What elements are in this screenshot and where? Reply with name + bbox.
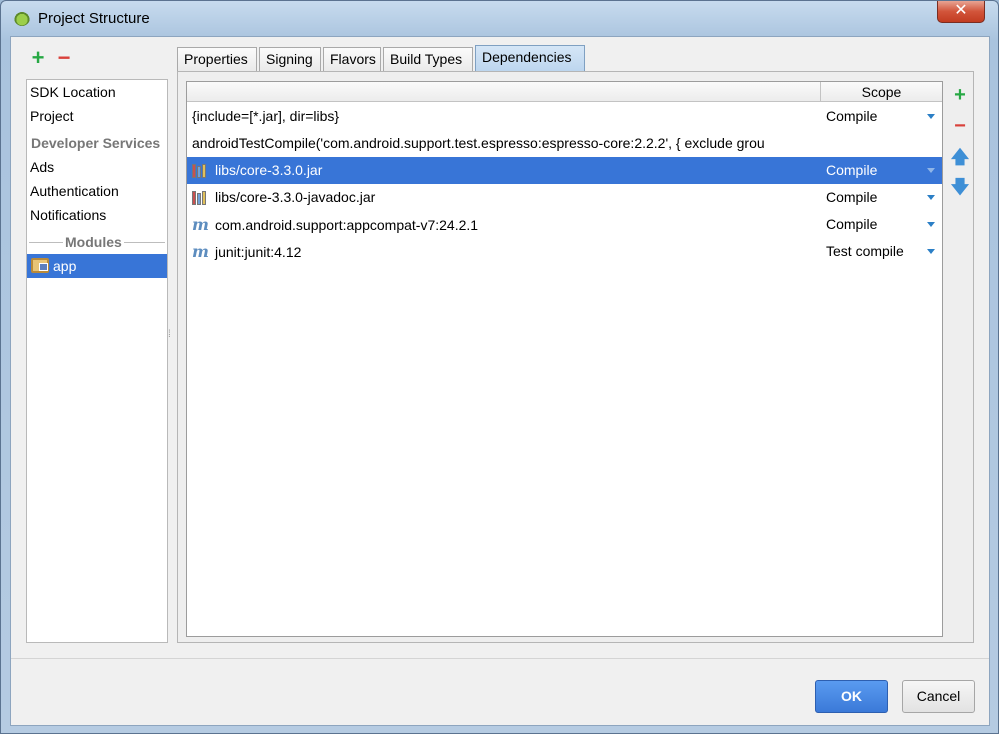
remove-module-button[interactable]: −: [53, 47, 75, 71]
dependency-name: libs/core-3.3.0-javadoc.jar: [215, 189, 376, 205]
sidebar-item-project[interactable]: Project: [29, 105, 74, 127]
android-studio-icon: [14, 10, 30, 26]
dependency-cell: libs/core-3.3.0.jar: [192, 157, 820, 184]
sidebar-item-app[interactable]: app: [27, 254, 167, 278]
table-row[interactable]: {include=[*.jar], dir=libs} Compile: [187, 103, 942, 130]
dependency-cell: m junit:junit:4.12: [192, 238, 820, 266]
dialog-body: + − SDK Location Project Developer Servi…: [10, 36, 990, 726]
table-row[interactable]: libs/core-3.3.0-javadoc.jar Compile: [187, 184, 942, 211]
maven-icon: m: [192, 242, 209, 261]
scope-dropdown-icon[interactable]: [927, 195, 935, 200]
scope-value[interactable]: Compile: [826, 211, 877, 238]
maven-icon: m: [192, 215, 209, 234]
sidebar-item-sdk-location[interactable]: SDK Location: [29, 81, 116, 103]
developer-services-header: Developer Services: [29, 133, 163, 153]
jar-library-icon: [192, 189, 209, 205]
splitter-handle[interactable]: ⁞: [168, 329, 172, 349]
footer-divider: [11, 658, 989, 659]
sidebar-item-label: app: [53, 258, 77, 274]
title-bar: Project Structure ✕: [1, 1, 998, 37]
table-row[interactable]: androidTestCompile('com.android.support.…: [187, 130, 942, 157]
scope-value[interactable]: Compile: [826, 157, 877, 184]
scope-dropdown-icon[interactable]: [927, 222, 935, 227]
sidebar: SDK Location Project Developer Services …: [26, 79, 168, 643]
dependency-toolbar: + − 🡅 🡇: [947, 82, 973, 305]
table-row[interactable]: m com.android.support:appcompat-v7:24.2.1…: [187, 211, 942, 238]
close-button[interactable]: ✕: [937, 1, 985, 23]
dependency-name: junit:junit:4.12: [215, 244, 302, 260]
scope-column-header[interactable]: Scope: [821, 82, 942, 102]
dependencies-panel: Scope {include=[*.jar], dir=libs} Compil…: [177, 71, 974, 643]
move-down-icon[interactable]: 🡇: [947, 174, 973, 200]
table-row[interactable]: m junit:junit:4.12 Test compile: [187, 238, 942, 265]
tab-signing[interactable]: Signing: [259, 47, 321, 72]
tab-dependencies[interactable]: Dependencies: [475, 45, 585, 72]
add-dependency-button[interactable]: +: [947, 82, 973, 108]
dependency-cell: libs/core-3.3.0-javadoc.jar: [192, 184, 820, 211]
table-row-selected[interactable]: libs/core-3.3.0.jar Compile: [187, 157, 942, 184]
dependencies-table: Scope {include=[*.jar], dir=libs} Compil…: [186, 81, 943, 637]
tab-build-types[interactable]: Build Types: [383, 47, 473, 72]
sidebar-item-notifications[interactable]: Notifications: [29, 204, 106, 226]
module-icon: [31, 258, 49, 273]
move-up-icon[interactable]: 🡅: [947, 144, 973, 170]
scope-dropdown-icon[interactable]: [927, 114, 935, 119]
sidebar-item-ads[interactable]: Ads: [29, 156, 54, 178]
remove-dependency-button[interactable]: −: [947, 113, 973, 139]
window-title: Project Structure: [38, 10, 150, 27]
table-header: Scope: [187, 82, 942, 102]
dependency-cell: m com.android.support:appcompat-v7:24.2.1: [192, 211, 820, 239]
sidebar-item-authentication[interactable]: Authentication: [29, 180, 119, 202]
project-structure-window: Project Structure ✕ + − SDK Location Pro…: [0, 0, 999, 734]
scope-dropdown-icon[interactable]: [927, 168, 935, 173]
tab-flavors[interactable]: Flavors: [323, 47, 381, 72]
add-module-button[interactable]: +: [27, 47, 49, 71]
dependency-name: libs/core-3.3.0.jar: [215, 162, 323, 178]
cancel-button[interactable]: Cancel: [902, 680, 975, 713]
jar-library-icon: [192, 162, 209, 178]
scope-dropdown-icon[interactable]: [927, 249, 935, 254]
modules-header: Modules: [27, 232, 167, 252]
scope-value[interactable]: Test compile: [826, 238, 904, 265]
dependency-name: com.android.support:appcompat-v7:24.2.1: [215, 217, 479, 233]
dependency-name: {include=[*.jar], dir=libs}: [192, 108, 340, 124]
dependency-name: androidTestCompile('com.android.support.…: [192, 135, 765, 151]
tab-properties[interactable]: Properties: [177, 47, 257, 72]
scope-value[interactable]: Compile: [826, 103, 877, 130]
ok-button[interactable]: OK: [815, 680, 888, 713]
scope-value[interactable]: Compile: [826, 184, 877, 211]
